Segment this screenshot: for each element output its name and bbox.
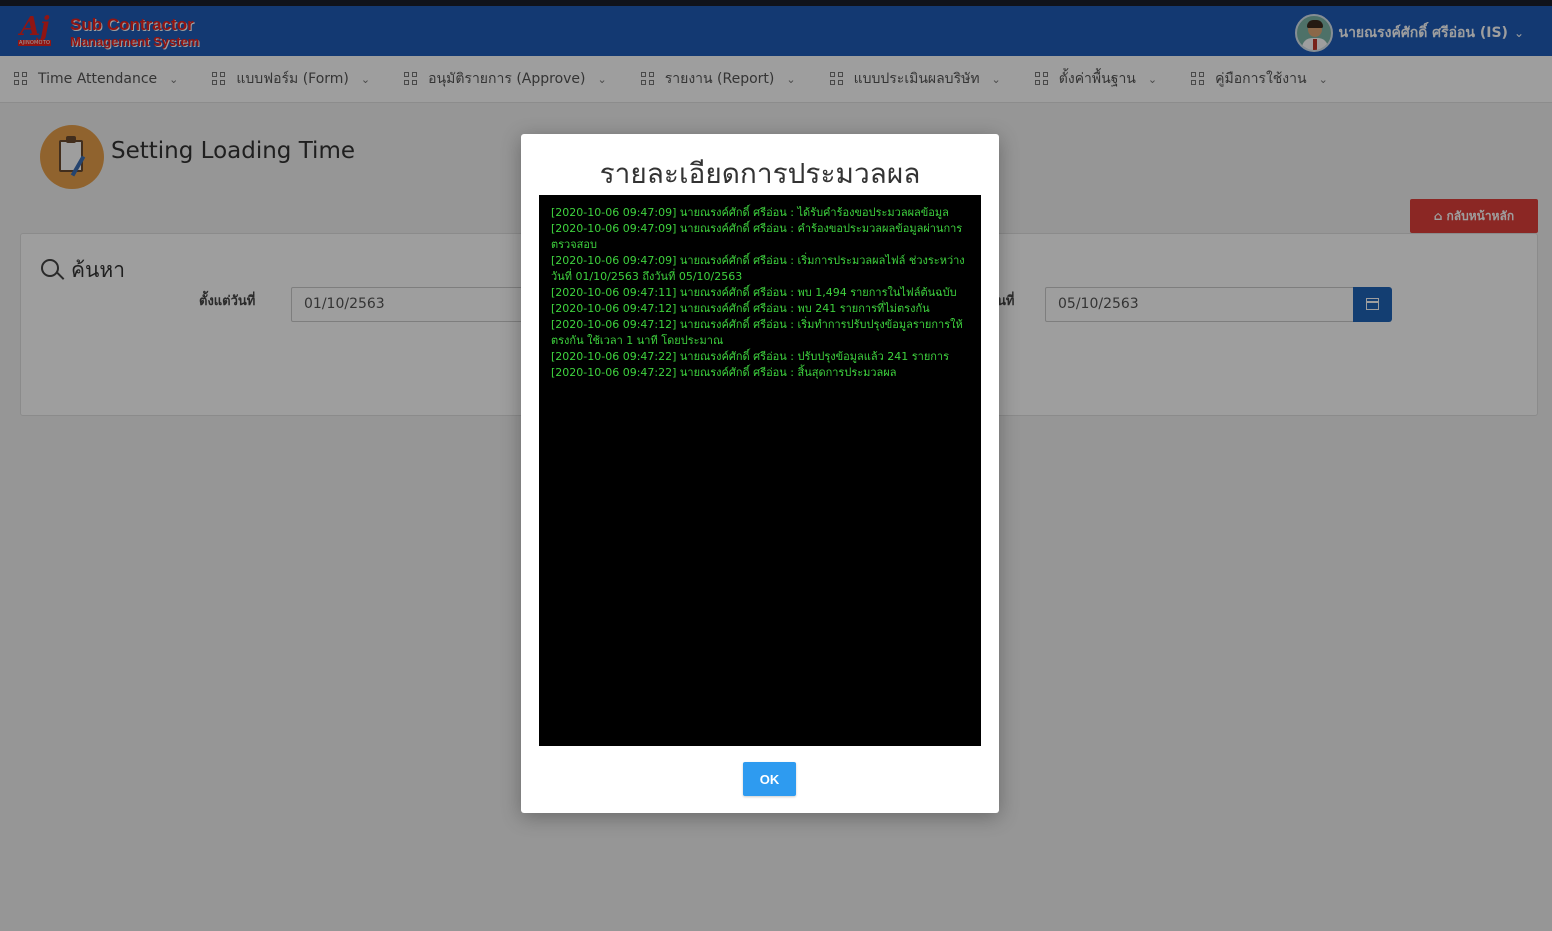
log-line: [2020-10-06 09:47:09] นายณรงค์ศักดิ์ ศรี…: [551, 254, 965, 283]
process-log-console[interactable]: [2020-10-06 09:47:09] นายณรงค์ศักดิ์ ศรี…: [539, 195, 981, 746]
log-line: [2020-10-06 09:47:11] นายณรงค์ศักดิ์ ศรี…: [551, 286, 957, 299]
processing-details-modal: รายละเอียดการประมวลผล [2020-10-06 09:47:…: [521, 134, 999, 813]
log-line: [2020-10-06 09:47:12] นายณรงค์ศักดิ์ ศรี…: [551, 318, 963, 347]
log-line: [2020-10-06 09:47:22] นายณรงค์ศักดิ์ ศรี…: [551, 350, 950, 363]
log-line: [2020-10-06 09:47:12] นายณรงค์ศักดิ์ ศรี…: [551, 302, 930, 315]
ok-button[interactable]: OK: [743, 762, 796, 796]
log-line: [2020-10-06 09:47:09] นายณรงค์ศักดิ์ ศรี…: [551, 222, 963, 251]
log-line: [2020-10-06 09:47:09] นายณรงค์ศักดิ์ ศรี…: [551, 206, 949, 219]
log-line: [2020-10-06 09:47:22] นายณรงค์ศักดิ์ ศรี…: [551, 366, 897, 379]
modal-title: รายละเอียดการประมวลผล: [599, 157, 921, 190]
